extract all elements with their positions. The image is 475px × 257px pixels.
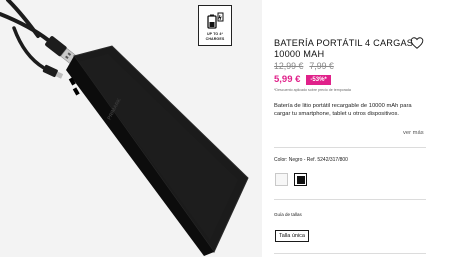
discount-badge: -53%*: [306, 74, 331, 85]
product-info: BATERÍA PORTÁTIL 4 CARGAS 10000 MAH 12,9…: [272, 0, 475, 257]
product-description: Batería de litio portátil recargable de …: [274, 103, 412, 118]
divider: [274, 147, 426, 148]
color-swatch-white[interactable]: [275, 173, 288, 186]
size-option-button[interactable]: Talla única: [275, 230, 309, 242]
product-image-area: PRIMARK UP TO 4* CHARGES: [0, 0, 262, 257]
swatch-fill: [296, 175, 305, 184]
old-price-season: 7,99 €: [309, 61, 334, 71]
heart-icon[interactable]: [410, 36, 424, 50]
product-title: BATERÍA PORTÁTIL 4 CARGAS 10000 MAH: [274, 38, 414, 59]
badge-text: UP TO 4* CHARGES: [205, 32, 225, 41]
see-more-link[interactable]: ver más: [403, 130, 424, 136]
current-price: 5,99 €: [274, 74, 301, 85]
old-prices: 12,99 € 7,99 €: [274, 61, 340, 71]
charges-badge: UP TO 4* CHARGES: [198, 5, 232, 46]
size-guide-link[interactable]: Guía de tallas: [274, 212, 302, 217]
divider: [274, 253, 426, 254]
color-label: Color: Negro - Ref. 5242/317/800: [274, 157, 348, 163]
divider: [274, 199, 426, 200]
discount-note: *Descuento aplicado sobre precio de temp…: [274, 88, 351, 92]
old-price-original: 12,99 €: [274, 61, 304, 71]
price-row: 5,99 € -53%*: [274, 74, 331, 85]
color-swatch-black[interactable]: [294, 173, 307, 186]
battery-charge-icon: [207, 12, 224, 29]
